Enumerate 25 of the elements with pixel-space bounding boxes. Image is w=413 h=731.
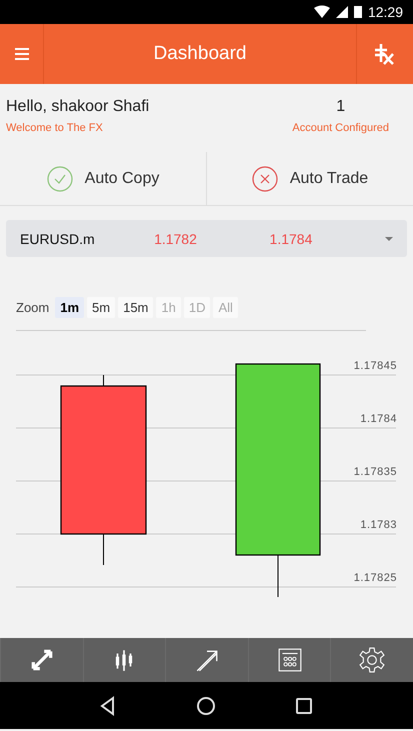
zoom-label: Zoom: [16, 300, 50, 314]
toggle-button[interactable]: Auto Copy: [46, 166, 160, 192]
menu-icon[interactable]: [14, 48, 28, 60]
signal-icon: [336, 5, 348, 19]
symbol-dropdown[interactable]: EURUSD.m 1.1782 1.1784: [6, 220, 407, 257]
price-label: 1.17825: [354, 572, 397, 584]
clock: 12:29: [368, 4, 403, 20]
zoom-option[interactable]: 1m: [55, 296, 84, 318]
price-label: 1.1784: [360, 413, 397, 425]
zoom-option[interactable]: 15m: [118, 296, 154, 318]
price-label: 1.1783: [360, 519, 397, 531]
battery-icon: [354, 5, 362, 19]
greeting-text: Hello, shakoor Shafi: [6, 98, 150, 116]
wifi-icon: [314, 5, 330, 19]
price-label: 1.17835: [354, 466, 397, 478]
account-label: Account Configured: [292, 122, 389, 134]
welcome-text: Welcome to The FX: [6, 122, 104, 134]
account-count: 1: [336, 98, 346, 116]
price-label: 1.17845: [354, 360, 397, 372]
home-icon[interactable]: [195, 694, 218, 716]
page-title: Dashboard: [154, 43, 246, 64]
toggle-button[interactable]: Auto Trade: [252, 166, 368, 192]
zoom-option[interactable]: 5m: [87, 296, 116, 318]
caret-icon: [385, 236, 393, 240]
logo-icon[interactable]: [373, 42, 397, 66]
